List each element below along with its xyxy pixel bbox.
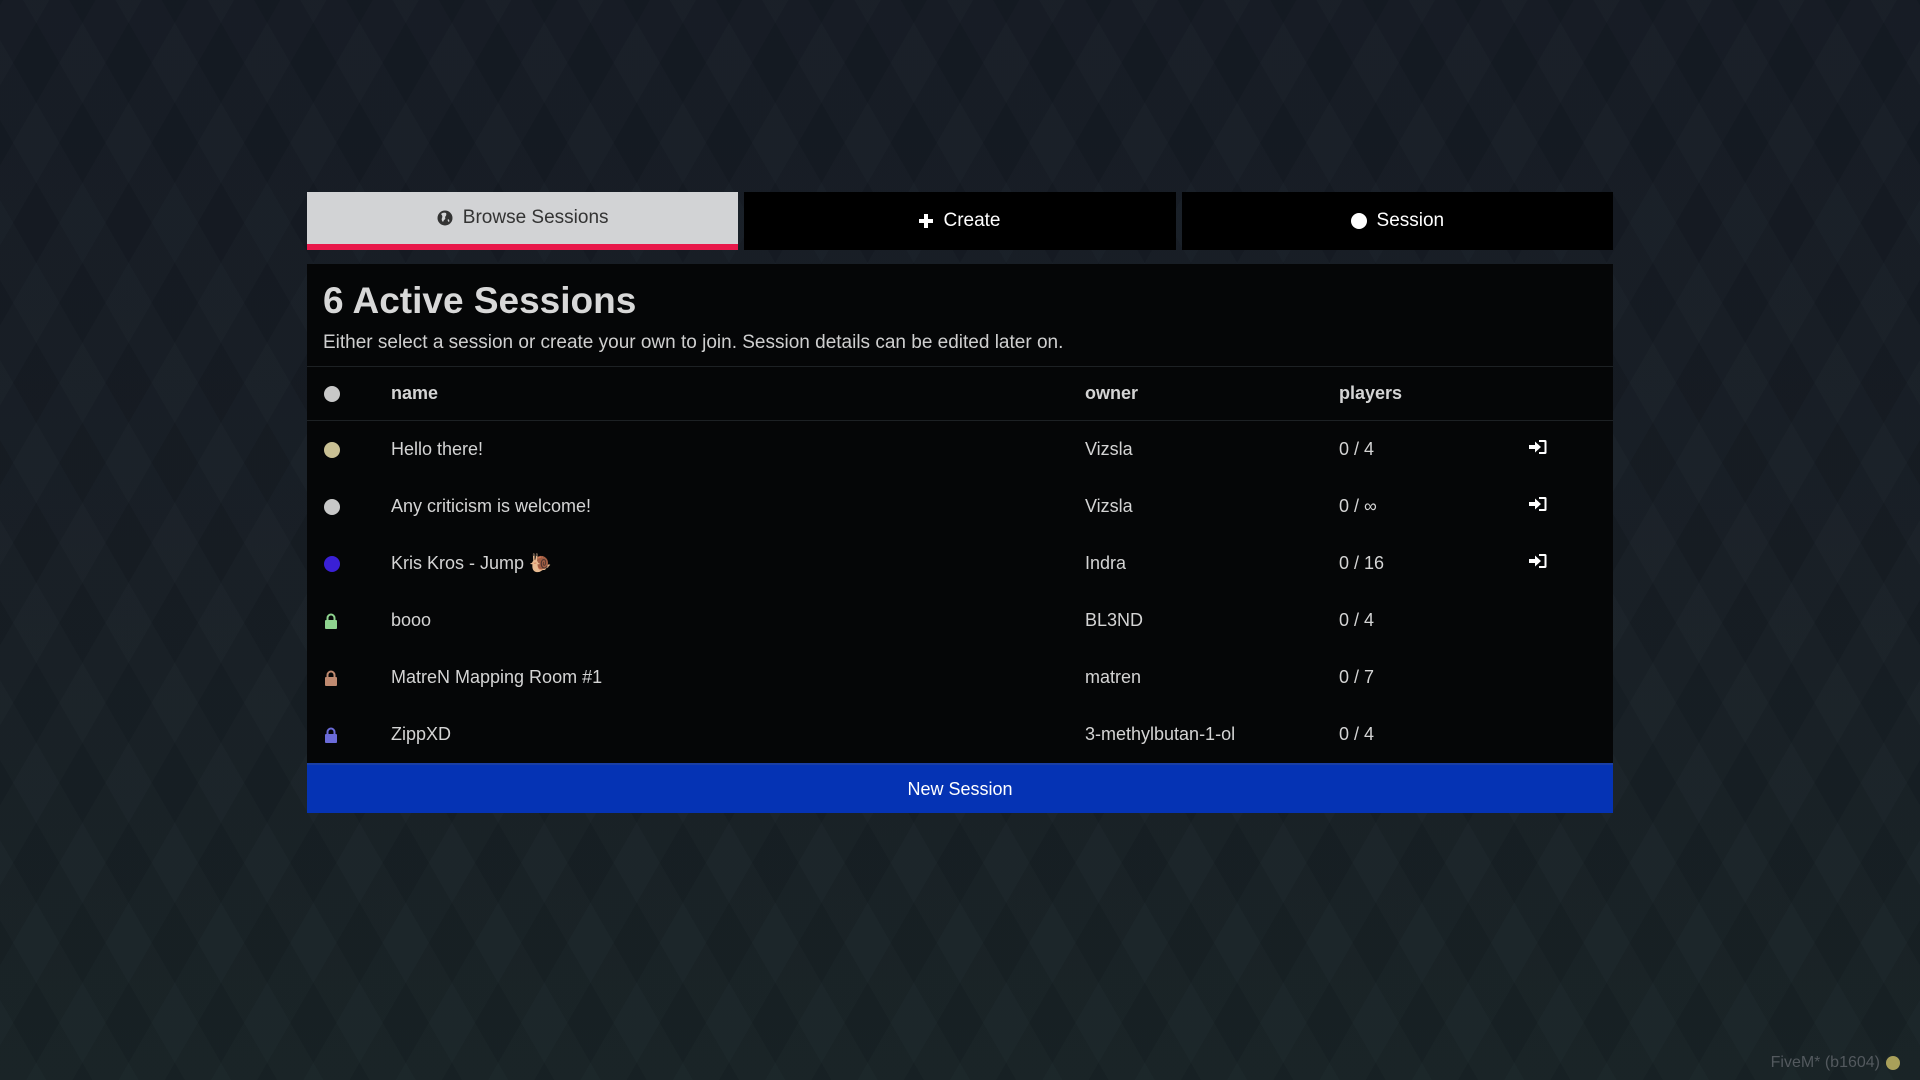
table-row: MatreN Mapping Room #1 matren 0 / 7	[307, 649, 1613, 706]
column-players: players	[1339, 367, 1529, 421]
new-session-button[interactable]: New Session	[307, 763, 1613, 813]
status-dot-icon	[324, 499, 340, 516]
column-name: name	[391, 367, 1085, 421]
join-cell	[1529, 478, 1613, 535]
session-players: 0 / 4	[1339, 439, 1375, 459]
page-title: 6 Active Sessions	[323, 280, 637, 321]
table-row[interactable]: Kris Kros - Jump 🐌 Indra 0 / 16	[307, 535, 1613, 592]
session-owner: Vizsla	[1085, 439, 1133, 459]
cfx-logo-icon	[1886, 1056, 1900, 1070]
plus-icon	[919, 214, 934, 228]
tab-label: Create	[943, 210, 1001, 231]
table-row[interactable]: Hello there! Vizsla 0 / 4	[307, 421, 1613, 479]
lock-icon	[325, 670, 337, 687]
session-players: 0 / ∞	[1339, 496, 1377, 516]
tab-create[interactable]: Create	[744, 192, 1176, 250]
session-owner: 3-methylbutan-1-ol	[1085, 724, 1236, 744]
join-cell	[1529, 421, 1613, 479]
join-cell	[1529, 592, 1613, 649]
session-status	[307, 706, 391, 763]
tab-label: Session	[1376, 210, 1445, 231]
version-label: FiveM* (b1604)	[1771, 1054, 1900, 1072]
session-name: booo	[391, 610, 432, 630]
session-players: 0 / 7	[1339, 667, 1375, 687]
join-session-button[interactable]	[1529, 553, 1547, 569]
session-status	[307, 592, 391, 649]
session-status	[307, 535, 391, 592]
table-row[interactable]: Any criticism is welcome! Vizsla 0 / ∞	[307, 478, 1613, 535]
status-dot-icon	[324, 556, 340, 573]
page-subtitle: Either select a session or create your o…	[323, 332, 1064, 353]
join-session-button[interactable]	[1529, 496, 1547, 512]
sessions-panel: 6 Active Sessions Either select a sessio…	[307, 264, 1613, 813]
join-session-button[interactable]	[1529, 439, 1547, 455]
circle-icon	[1350, 213, 1367, 229]
lock-icon	[325, 727, 337, 744]
session-name: Kris Kros - Jump 🐌	[391, 553, 552, 573]
sign-in-icon	[1529, 554, 1547, 568]
panel-header: 6 Active Sessions Either select a sessio…	[307, 264, 1613, 367]
table-row: ZippXD 3-methylbutan-1-ol 0 / 4	[307, 706, 1613, 763]
session-owner: Indra	[1085, 553, 1127, 573]
sign-in-icon	[1529, 497, 1547, 511]
session-name: MatreN Mapping Room #1	[391, 667, 603, 687]
tab-session[interactable]: Session	[1181, 192, 1613, 250]
column-join	[1529, 367, 1613, 421]
session-name: Hello there!	[391, 439, 484, 459]
session-owner: Vizsla	[1085, 496, 1133, 516]
status-dot-icon	[324, 442, 340, 459]
session-players: 0 / 4	[1339, 724, 1375, 744]
session-players: 0 / 16	[1339, 553, 1385, 573]
globe-icon	[437, 210, 453, 226]
join-cell	[1529, 535, 1613, 592]
column-status	[307, 367, 391, 421]
tab-browse-sessions[interactable]: Browse Sessions	[307, 192, 739, 250]
tab-label: Browse Sessions	[462, 207, 609, 228]
tab-bar: Browse Sessions Create Session	[307, 192, 1613, 250]
session-owner: BL3ND	[1085, 610, 1144, 630]
session-browser: Browse Sessions Create Session 6 Active …	[307, 192, 1613, 813]
session-status	[307, 478, 391, 535]
session-status	[307, 421, 391, 479]
session-owner: matren	[1085, 667, 1142, 687]
join-cell	[1529, 649, 1613, 706]
session-name: Any criticism is welcome!	[391, 496, 592, 516]
column-owner: owner	[1085, 367, 1339, 421]
status-header-dot-icon	[324, 386, 340, 403]
version-text: FiveM* (b1604)	[1770, 1054, 1880, 1071]
sign-in-icon	[1529, 440, 1547, 454]
lock-icon	[325, 613, 337, 630]
sessions-table: name owner players Hello there! Vizsla 0 /…	[307, 367, 1613, 763]
session-name: ZippXD	[391, 724, 452, 744]
session-status	[307, 649, 391, 706]
session-players: 0 / 4	[1339, 610, 1375, 630]
table-row: booo BL3ND 0 / 4	[307, 592, 1613, 649]
table-header-row: name owner players	[307, 367, 1613, 421]
join-cell	[1529, 706, 1613, 763]
